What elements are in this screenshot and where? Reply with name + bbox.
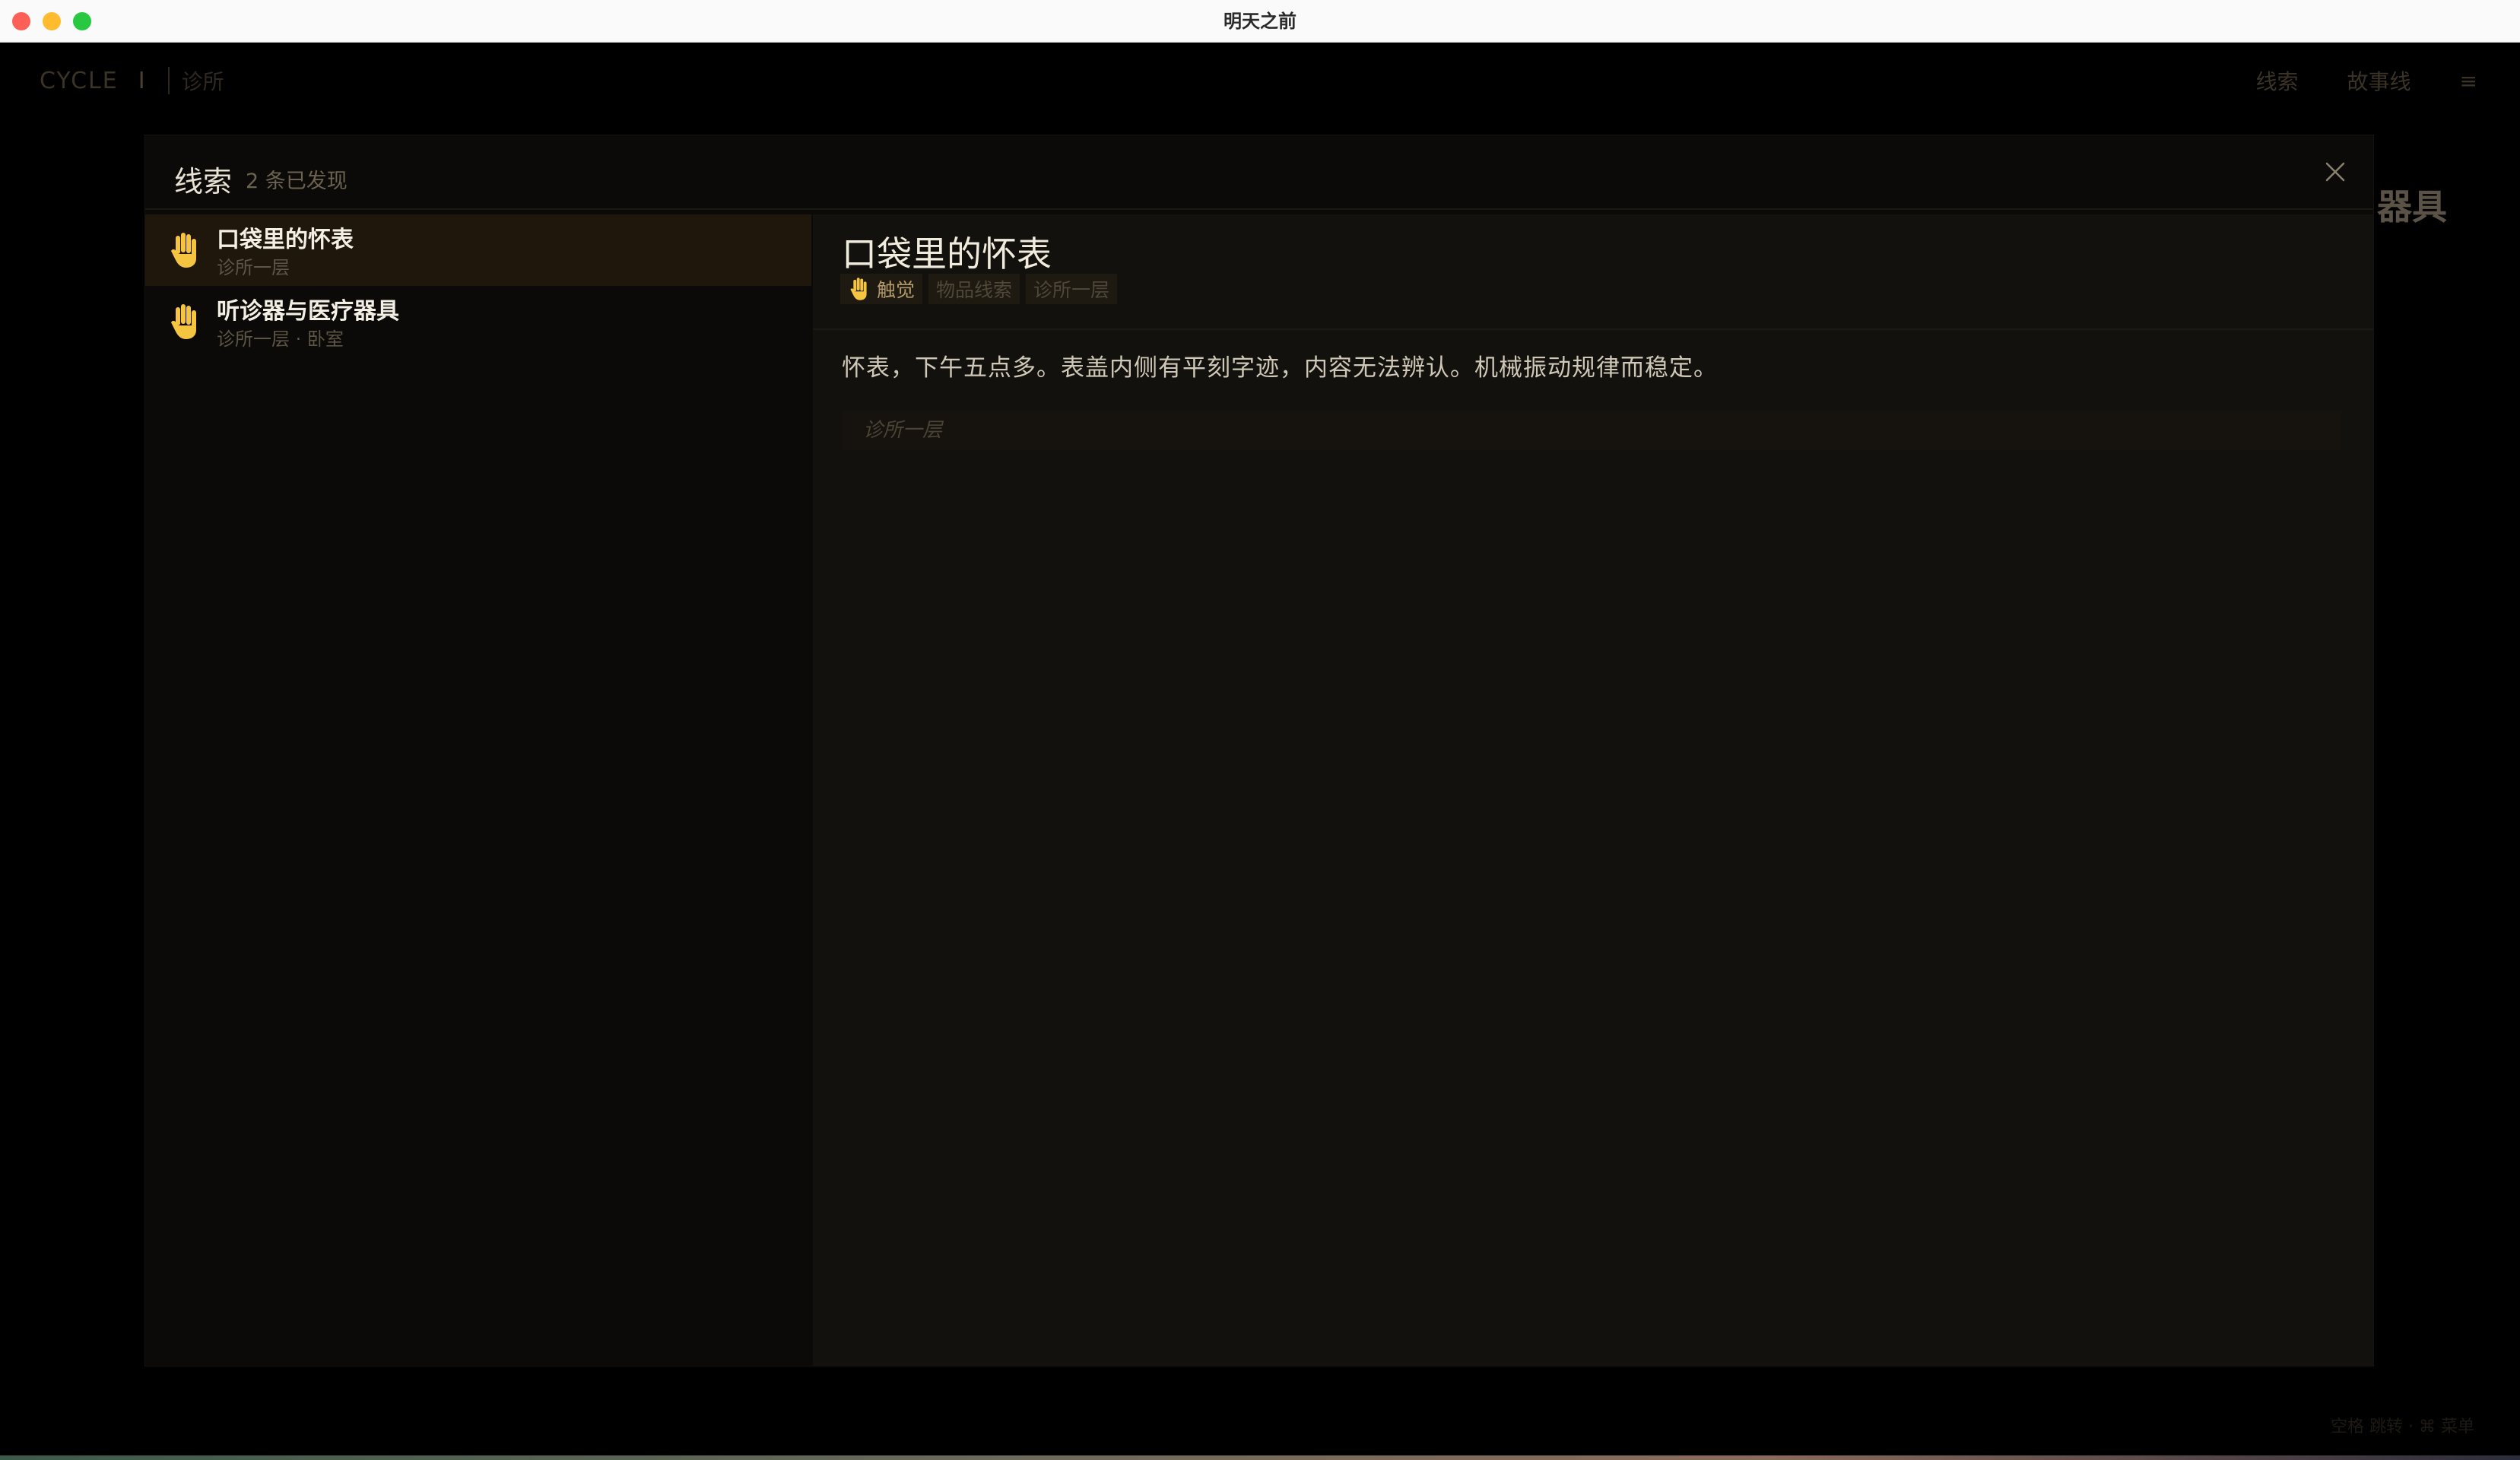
cycle-number: I <box>138 67 145 94</box>
nav-clues-button[interactable]: 线索 <box>2256 65 2299 96</box>
background-heading: 器具 <box>2377 186 2447 227</box>
hand-icon <box>850 278 867 300</box>
cycle-label: CYCLE <box>40 67 119 94</box>
clue-name: 听诊器与医疗器具 <box>217 298 399 325</box>
cycle-indicator: CYCLE I 诊所 <box>40 62 224 99</box>
window-title: 明天之前 <box>1224 11 1296 32</box>
clue-list: 口袋里的怀表 诊所一层 听诊器与医疗器具 诊所一层 · 卧室 <box>145 214 811 1366</box>
background-footer-hint: 空格 跳转 · ⌘ 菜单 <box>2331 1417 2474 1436</box>
window-titlebar: 明天之前 <box>0 0 2520 43</box>
modal-header: 线索 2 条已发现 <box>145 135 2373 210</box>
tag-category: 物品线索 <box>928 274 1020 304</box>
clue-count: 2 条已发现 <box>246 170 348 193</box>
tag-place: 诊所一层 <box>1026 274 1118 304</box>
clues-modal: 线索 2 条已发现 口袋里的怀表 诊所一层 听诊器与医疗器具 诊所一层 · 卧室… <box>144 135 2374 1366</box>
clue-detail-panel: 口袋里的怀表 触觉 物品线索 诊所一层 怀表，下午五点多。表盖内侧有平刻字迹，内… <box>813 214 2373 1366</box>
hand-icon <box>171 304 196 339</box>
topbar-divider <box>167 67 170 94</box>
current-location: 诊所 <box>181 69 224 94</box>
close-button[interactable] <box>2317 154 2353 190</box>
hand-icon <box>171 233 196 268</box>
nav-storyline-button[interactable]: 故事线 <box>2347 65 2411 96</box>
modal-title: 线索 <box>174 165 233 198</box>
clue-list-item[interactable]: 口袋里的怀表 诊所一层 <box>145 214 811 286</box>
clue-location: 诊所一层 <box>217 257 290 278</box>
menu-icon[interactable]: ≡ <box>2460 68 2477 94</box>
desktop-edge <box>0 1455 2520 1460</box>
detail-location-note: 诊所一层 <box>842 411 2341 450</box>
detail-header: 口袋里的怀表 触觉 物品线索 诊所一层 <box>813 214 2373 330</box>
tag-sense: 触觉 <box>840 274 923 304</box>
clue-name: 口袋里的怀表 <box>217 227 354 253</box>
top-nav: 线索 故事线 ≡ <box>2256 62 2478 99</box>
clue-location: 诊所一层 · 卧室 <box>217 328 344 350</box>
tag-sense-label: 触觉 <box>877 279 916 301</box>
detail-description: 怀表，下午五点多。表盖内侧有平刻字迹，内容无法辨认。机械振动规律而稳定。 <box>842 354 1718 382</box>
clue-list-item[interactable]: 听诊器与医疗器具 诊所一层 · 卧室 <box>145 286 811 357</box>
close-icon <box>2325 162 2345 182</box>
detail-title: 口袋里的怀表 <box>842 233 1052 275</box>
detail-tags: 触觉 物品线索 诊所一层 <box>840 274 1118 304</box>
